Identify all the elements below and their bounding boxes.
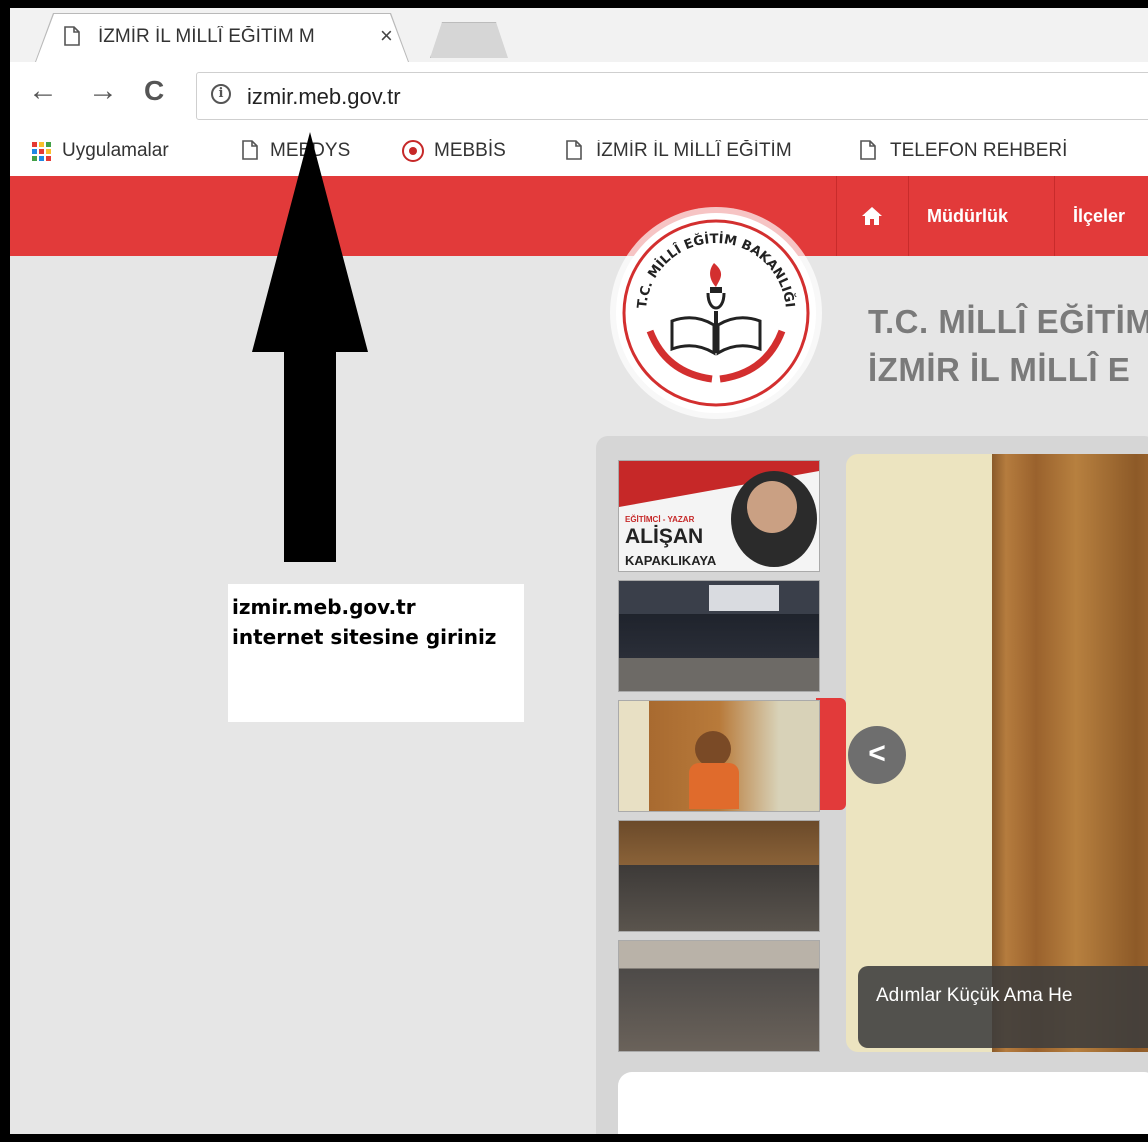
thumb-caption-surname: KAPAKLIKAYA bbox=[625, 553, 717, 568]
browser-tab-strip: İZMİR İL MİLLÎ EĞİTİM M × bbox=[10, 8, 1148, 62]
bookmark-telefon-rehberi[interactable]: TELEFON REHBERİ bbox=[890, 140, 1067, 162]
forward-arrow-icon[interactable]: → bbox=[88, 76, 118, 106]
portrait-face bbox=[747, 481, 797, 533]
speaker-head bbox=[695, 731, 731, 767]
info-icon[interactable]: i bbox=[211, 84, 231, 104]
tab-close-icon[interactable]: × bbox=[380, 23, 393, 49]
home-icon bbox=[862, 207, 882, 225]
active-thumb-marker bbox=[816, 698, 846, 810]
page-icon bbox=[64, 26, 80, 46]
slider-thumb-2[interactable] bbox=[618, 580, 820, 692]
new-tab-button[interactable] bbox=[430, 22, 508, 58]
back-arrow-icon[interactable]: ← bbox=[28, 76, 58, 106]
site-title-line1: T.C. MİLLÎ EĞİTİM bbox=[868, 303, 1148, 340]
meb-logo-icon bbox=[402, 140, 424, 162]
slider-thumb-1[interactable]: EĞİTİMCİ - YAZAR ALİŞAN KAPAKLIKAYA bbox=[618, 460, 820, 572]
reload-icon[interactable]: C bbox=[144, 76, 164, 106]
content-card bbox=[618, 1072, 1148, 1134]
page-icon bbox=[860, 140, 876, 160]
screenshot-frame: İZMİR İL MİLLÎ EĞİTİM M × ← → C i izmir.… bbox=[10, 8, 1148, 1134]
annotation-note: izmir.meb.gov.tr internet sitesine girin… bbox=[228, 584, 524, 722]
bookmark-apps[interactable]: Uygulamalar bbox=[62, 140, 169, 162]
site-title: T.C. MİLLÎ EĞİTİM İZMİR İL MİLLÎ E bbox=[868, 298, 1148, 394]
nav-item-ilceler[interactable]: İlçeler bbox=[1054, 176, 1148, 256]
annotation-line2: internet sitesine giriniz bbox=[232, 625, 497, 649]
bookmarks-bar: Uygulamalar MEBDYS MEBBİS İZMİR İL MİLLÎ… bbox=[10, 128, 1148, 177]
annotation-arrow-icon bbox=[252, 132, 368, 562]
thumb-caption-name: ALİŞAN bbox=[625, 525, 704, 548]
speaker-body bbox=[689, 763, 739, 809]
nav-item-mudurluk[interactable]: Müdürlük bbox=[908, 176, 1053, 256]
browser-toolbar: ← → C i izmir.meb.gov.tr bbox=[10, 62, 1148, 128]
meb-emblem-icon: T.C. MİLLÎ EĞİTİM BAKANLIĞI bbox=[622, 219, 810, 407]
slider-thumb-4[interactable] bbox=[618, 820, 820, 932]
slider-thumb-5[interactable] bbox=[618, 940, 820, 1052]
apps-grid-icon bbox=[32, 142, 51, 161]
slider-caption[interactable]: Adımlar Küçük Ama He bbox=[858, 966, 1148, 1048]
meb-logo[interactable]: T.C. MİLLÎ EĞİTİM BAKANLIĞI bbox=[616, 213, 816, 413]
site-nav-bar: Müdürlük İlçeler bbox=[10, 176, 1148, 256]
thumb-caption-role: EĞİTİMCİ - YAZAR bbox=[625, 515, 695, 524]
bookmark-mebbis[interactable]: MEBBİS bbox=[434, 140, 506, 162]
url-text: izmir.meb.gov.tr bbox=[247, 84, 401, 109]
annotation-line1: izmir.meb.gov.tr bbox=[232, 595, 416, 619]
home-button[interactable] bbox=[836, 176, 909, 256]
site-title-line2: İZMİR İL MİLLÎ E bbox=[868, 351, 1131, 388]
page-icon bbox=[566, 140, 582, 160]
tab-title: İZMİR İL MİLLÎ EĞİTİM M bbox=[98, 26, 315, 47]
address-bar[interactable]: i izmir.meb.gov.tr bbox=[196, 72, 1148, 120]
slider-prev-button[interactable]: < bbox=[848, 726, 906, 784]
bookmark-izmir-mem[interactable]: İZMİR İL MİLLÎ EĞİTİM bbox=[596, 140, 836, 162]
projector-screen bbox=[709, 585, 779, 611]
slider-thumb-3[interactable] bbox=[618, 700, 820, 812]
